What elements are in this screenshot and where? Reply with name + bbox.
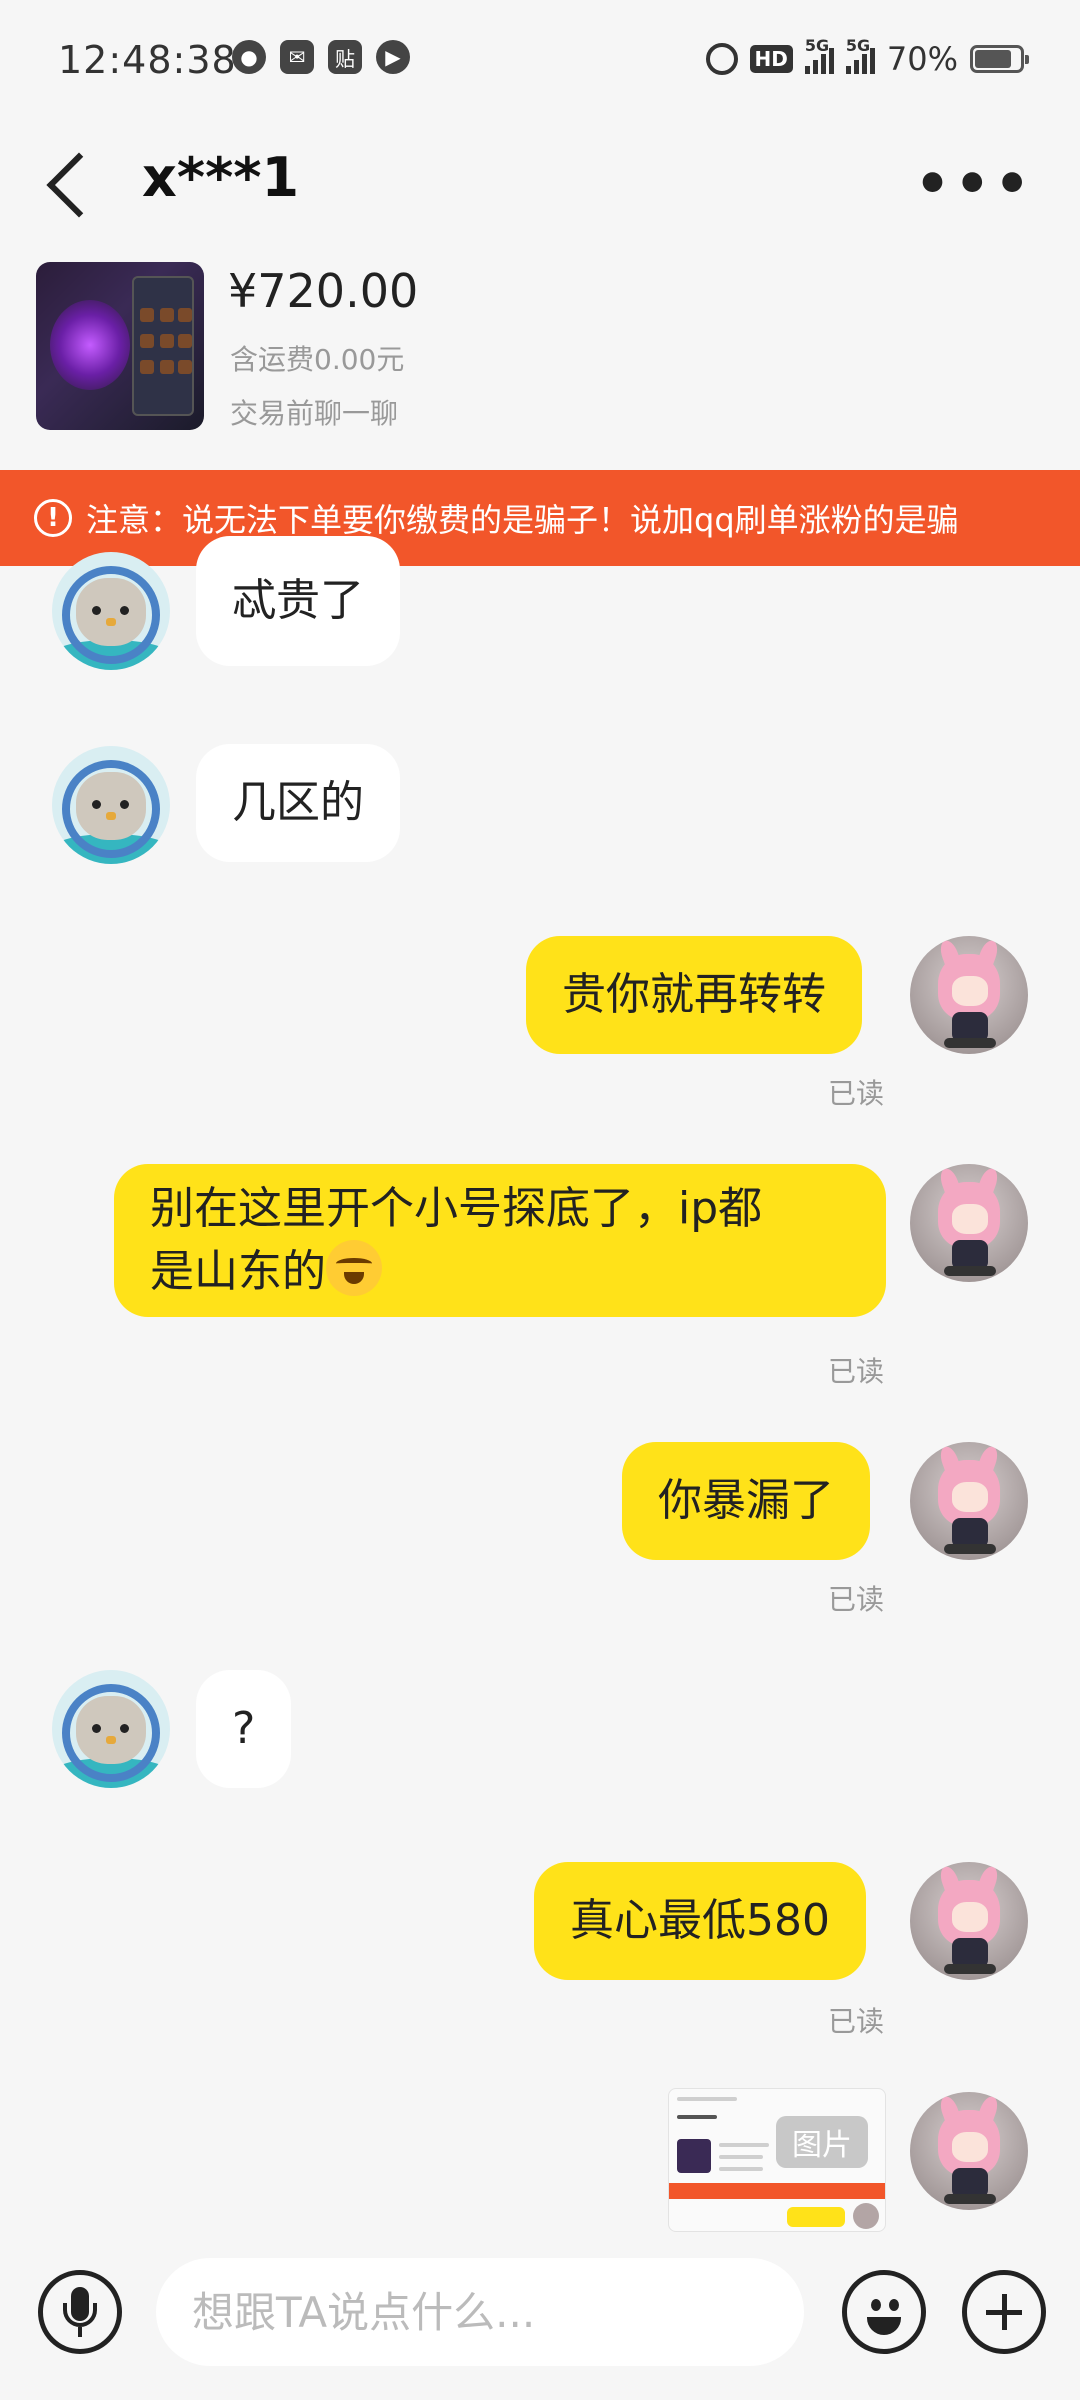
read-status: 已读 — [828, 1077, 885, 1110]
play-notification-icon: ▶ — [376, 40, 410, 74]
chat-header: x***1 ••• — [0, 120, 1080, 250]
other-user-avatar[interactable] — [52, 1670, 170, 1788]
my-avatar[interactable] — [910, 1862, 1028, 1980]
chat-hint: 交易前聊一聊 — [230, 397, 399, 430]
input-bar — [0, 2250, 1080, 2400]
voice-input-button[interactable] — [38, 2270, 122, 2354]
message-bubble-outgoing[interactable]: 真心最低580 — [534, 1862, 866, 1980]
status-right: HD 5G 5G 70% — [705, 36, 1029, 78]
status-time: 12:48:38 — [58, 38, 237, 82]
my-avatar[interactable] — [910, 936, 1028, 1054]
emoji-button[interactable] — [842, 2270, 926, 2354]
battery-icon — [970, 45, 1029, 73]
message-bubble-incoming[interactable]: 几区的 — [196, 744, 400, 862]
notification-icons: ● ✉ 贴 ▶ — [232, 40, 410, 74]
product-thumbnail[interactable] — [36, 262, 204, 430]
alarm-icon — [705, 43, 738, 75]
message-bubble-outgoing[interactable]: 别在这里开个小号探底了，ip都 是山东的 — [114, 1164, 886, 1317]
chat-notification-icon: ● — [232, 40, 266, 74]
mail-notification-icon: ✉ — [280, 40, 314, 74]
alert-icon: ! — [34, 499, 72, 537]
back-arrow-icon[interactable] — [46, 152, 112, 218]
other-user-avatar[interactable] — [52, 746, 170, 864]
other-user-avatar[interactable] — [52, 552, 170, 670]
crying-laughing-emoji-icon — [326, 1240, 382, 1296]
signal-icon: 5G — [804, 36, 834, 74]
message-bubble-incoming[interactable]: ? — [196, 1670, 292, 1788]
sticker-notification-icon: 贴 — [328, 40, 362, 74]
message-line-2: 是山东的 — [150, 1240, 850, 1303]
warning-text: 注意：说无法下单要你缴费的是骗子！说加qq刷单涨粉的是骗 — [86, 501, 959, 539]
plus-button[interactable] — [962, 2270, 1046, 2354]
read-status: 已读 — [828, 2005, 885, 2038]
message-input[interactable] — [156, 2258, 804, 2366]
smiley-icon — [871, 2299, 881, 2311]
more-options-icon[interactable]: ••• — [915, 152, 1034, 217]
signal-icon-2: 5G — [845, 36, 875, 74]
message-bubble-incoming[interactable]: 忒贵了 — [196, 536, 400, 666]
chat-title: x***1 — [142, 146, 300, 209]
shipping-info: 含运费0.00元 — [230, 343, 405, 376]
my-avatar[interactable] — [910, 1164, 1028, 1282]
message-line: 别在这里开个小号探底了，ip都 — [150, 1183, 763, 1234]
hd-icon: HD — [749, 45, 793, 73]
message-bubble-outgoing[interactable]: 贵你就再转转 — [526, 936, 862, 1054]
product-price: ¥720.00 — [228, 264, 419, 318]
status-bar: 12:48:38 ● ✉ 贴 ▶ HD 5G 5G 70% — [0, 0, 1080, 120]
my-avatar[interactable] — [910, 1442, 1028, 1560]
message-bubble-outgoing[interactable]: 你暴漏了 — [622, 1442, 870, 1560]
read-status: 已读 — [828, 1355, 885, 1388]
scam-warning-banner: ! 注意：说无法下单要你缴费的是骗子！说加qq刷单涨粉的是骗 — [0, 470, 1080, 566]
battery-percent: 70% — [886, 40, 958, 78]
my-avatar[interactable] — [910, 2092, 1028, 2210]
image-tag: 图片 — [776, 2116, 868, 2168]
read-status: 已读 — [828, 1583, 885, 1616]
product-card[interactable]: ¥720.00 含运费0.00元 交易前聊一聊 — [36, 262, 1046, 432]
